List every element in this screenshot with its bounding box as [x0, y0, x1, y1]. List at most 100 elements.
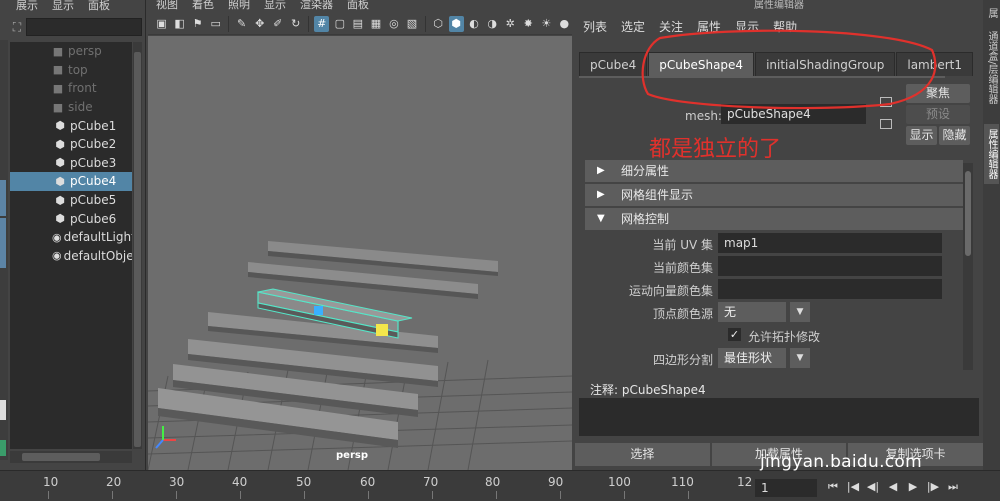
chevron-down-icon[interactable]: ▼	[790, 302, 810, 322]
viewport-canvas[interactable]	[148, 36, 572, 470]
play-backward-icon[interactable]: ◀	[886, 478, 900, 496]
camera-attributes-icon[interactable]: ◧	[172, 16, 187, 32]
tick-mark	[688, 491, 689, 499]
current-uv-set-field[interactable]: map1	[718, 233, 942, 253]
pencil-icon[interactable]: ✎	[234, 16, 249, 32]
viewport-menu-renderer[interactable]: 渲染器	[300, 0, 333, 12]
outliner-item-front[interactable]: ■ front	[10, 79, 132, 98]
tab-pcube4[interactable]: pCube4	[579, 52, 648, 76]
viewport-menu-lighting[interactable]: 照明	[228, 0, 250, 12]
checkbox-label: 允许拓扑修改	[748, 330, 821, 344]
viewport-menu-panels[interactable]: 面板	[347, 0, 369, 12]
tool-button[interactable]	[0, 400, 6, 420]
outliner-menu-display[interactable]: 展示	[16, 0, 38, 14]
wireframe-icon[interactable]: ⬡	[430, 16, 445, 32]
grid-icon[interactable]: #	[314, 15, 330, 32]
scrollbar-thumb[interactable]	[134, 52, 141, 447]
lights-icon[interactable]: ✸	[521, 16, 536, 32]
viewport-menu: 视图 着色 照明 显示 渲染器 面板	[148, 0, 572, 12]
gate-mask-icon[interactable]: ▦	[368, 16, 383, 32]
select-button[interactable]: 选择	[575, 443, 710, 466]
annotation-ellipse	[641, 29, 937, 110]
tool-button[interactable]	[0, 218, 6, 268]
viewport-toolbar: ▣ ◧ ⚑ ▭ ✎ ✥ ✐ ↻ # ▢ ▤ ▦ ◎ ▧ ⬡ ⬢ ◐ ◑ ✲ ✸ …	[148, 13, 572, 35]
show-button[interactable]: 显示	[906, 126, 937, 145]
rotate-icon[interactable]: ↻	[288, 16, 303, 32]
motion-vector-color-set-field[interactable]	[718, 279, 942, 299]
outliner-item-label: side	[68, 100, 93, 115]
outliner-item-pcube2[interactable]: ⬢ pCube2	[10, 135, 132, 154]
smooth-shade-icon[interactable]: ⬢	[448, 15, 464, 32]
outliner-item-pcube3[interactable]: ⬢ pCube3	[10, 154, 132, 173]
attribute-vertical-scrollbar[interactable]	[963, 163, 973, 370]
outliner-item-top[interactable]: ■ top	[10, 61, 132, 80]
outliner-vertical-scrollbar[interactable]	[133, 42, 142, 449]
section-component-display[interactable]: ▶ 网格组件显示	[585, 184, 963, 206]
outliner-item-side[interactable]: ■ side	[10, 98, 132, 117]
section-subdivision[interactable]: ▶ 细分属性	[585, 160, 963, 182]
vertex-color-source-dropdown[interactable]: 无	[718, 302, 786, 322]
scrollbar-thumb[interactable]	[22, 453, 100, 461]
quad-split-dropdown[interactable]: 最佳形状	[718, 348, 786, 368]
menu-list[interactable]: 列表	[583, 18, 607, 36]
outliner-search-input[interactable]	[26, 18, 142, 36]
pan-zoom-icon[interactable]: ✥	[252, 16, 267, 32]
outliner-item-pcube1[interactable]: ⬢ pCube1	[10, 116, 132, 135]
xray-icon[interactable]: ◑	[485, 16, 500, 32]
outliner-menu: 展示 显示 面板	[0, 0, 145, 14]
camera-select-icon[interactable]: ▣	[154, 16, 169, 32]
go-to-start-icon[interactable]: ⏮	[826, 478, 840, 496]
tool-button[interactable]	[0, 440, 6, 456]
hide-button[interactable]: 隐藏	[939, 126, 970, 145]
outliner-item-persp[interactable]: ■ persp	[10, 42, 132, 61]
film-gate-icon[interactable]: ▢	[332, 16, 347, 32]
outliner-item-defaultobjectset[interactable]: ◉defaultObjectSet	[10, 247, 132, 266]
ambient-occlusion-icon[interactable]: ●	[557, 16, 572, 32]
search-filter-icon[interactable]: ⛶	[8, 18, 26, 36]
tick-mark	[368, 491, 369, 499]
scrollbar-thumb[interactable]	[965, 171, 971, 256]
resolution-gate-icon[interactable]: ▤	[350, 16, 365, 32]
outliner-item-pcube6[interactable]: ⬢ pCube6	[10, 209, 132, 228]
outliner-horizontal-scrollbar[interactable]	[10, 451, 132, 463]
wireframe-on-shaded-icon[interactable]: ◐	[467, 16, 482, 32]
attr-label: 顶点颜色源	[652, 307, 713, 321]
shadows-icon[interactable]: ☀	[539, 16, 554, 32]
notes-textarea[interactable]	[579, 398, 979, 436]
camera-icon: ■	[52, 100, 64, 114]
viewport-menu-view[interactable]: 视图	[156, 0, 178, 12]
section-mesh-controls[interactable]: ▼ 网格控制	[585, 208, 963, 230]
tick-label: 12	[737, 475, 753, 489]
outliner-menu-panels[interactable]: 面板	[88, 0, 110, 14]
outliner-menu-show[interactable]: 显示	[52, 0, 74, 14]
step-back-key-icon[interactable]: |◀	[846, 478, 860, 496]
allow-topology-checkbox[interactable]: ✓	[728, 328, 741, 341]
scene-render	[148, 36, 572, 470]
field-chart-icon[interactable]: ◎	[386, 16, 401, 32]
image-plane-icon[interactable]: ▭	[208, 16, 223, 32]
grease-pencil-icon[interactable]: ✐	[270, 16, 285, 32]
collapse-arrow-icon: ▼	[597, 213, 605, 224]
toolbar-separator	[308, 15, 310, 32]
textured-icon[interactable]: ✲	[503, 16, 518, 32]
outliner-item-pcube5[interactable]: ⬢ pCube5	[10, 191, 132, 210]
play-forward-icon[interactable]: ▶	[906, 478, 920, 496]
step-forward-frame-icon[interactable]: |▶	[926, 478, 940, 496]
vtab-attribute-editor[interactable]: 属性编辑器	[984, 124, 999, 184]
current-frame-field[interactable]: 1	[755, 479, 817, 497]
chevron-down-icon[interactable]: ▼	[790, 348, 810, 368]
safe-action-icon[interactable]: ▧	[404, 16, 419, 32]
go-to-end-icon[interactable]: ⏭	[946, 478, 960, 496]
outliner-item-defaultlightset[interactable]: ◉defaultLightSet	[10, 228, 132, 247]
step-back-frame-icon[interactable]: ◀|	[866, 478, 880, 496]
bookmark-icon[interactable]: ⚑	[190, 16, 205, 32]
vtab-channel-box[interactable]: 通道盒/层编辑器	[984, 28, 999, 108]
outliner-item-pcube4[interactable]: ⬢ pCube4	[10, 172, 132, 191]
vtab-attribute-editor-top[interactable]: 属性编辑器	[984, 4, 999, 22]
current-color-set-field[interactable]	[718, 256, 942, 276]
tool-button[interactable]	[0, 180, 6, 216]
output-connection-icon[interactable]	[880, 119, 892, 129]
attr-label: 四边形分割	[652, 353, 713, 367]
viewport-menu-shading[interactable]: 着色	[192, 0, 214, 12]
viewport-menu-show[interactable]: 显示	[264, 0, 286, 12]
